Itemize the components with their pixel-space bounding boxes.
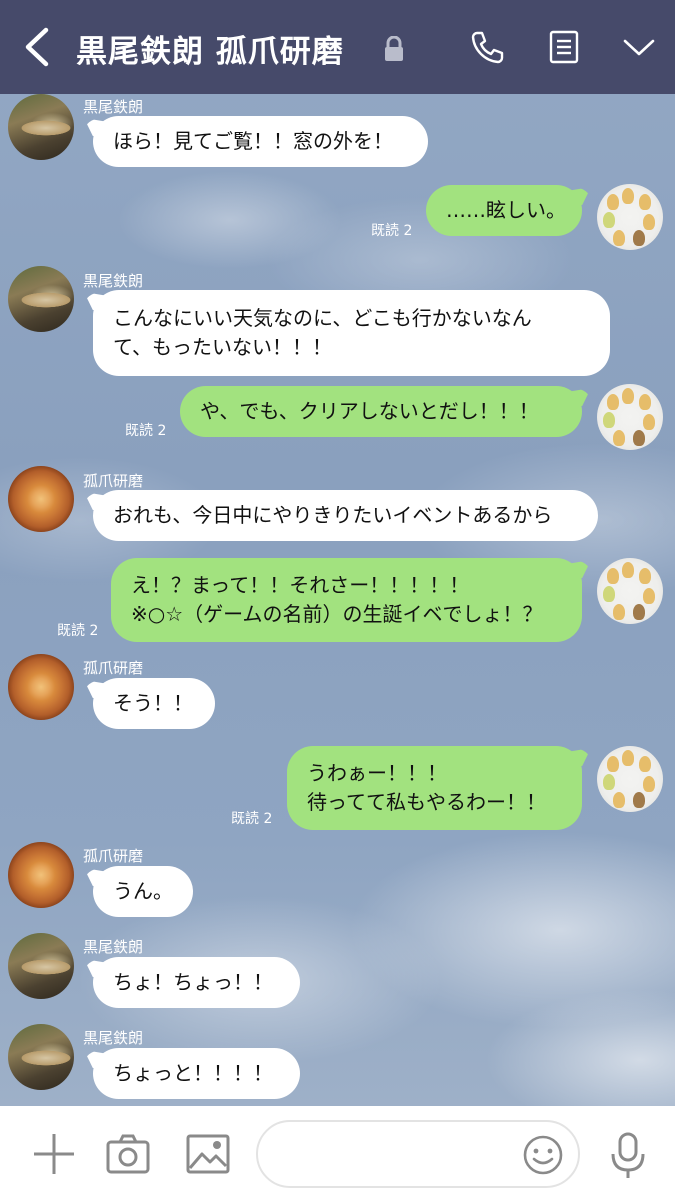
avatar-decoration	[607, 394, 619, 410]
mic-icon[interactable]	[608, 1130, 648, 1182]
camera-icon[interactable]	[104, 1130, 152, 1178]
message-line: や、でも、クリアしないとだし！！！	[200, 399, 539, 423]
avatar-decoration	[607, 756, 619, 772]
sender-name: 黒尾鉄朗	[83, 1029, 144, 1047]
read-receipt: 既読 2	[371, 223, 413, 239]
message-line: うん。	[113, 879, 173, 903]
avatar-kuroo[interactable]	[8, 94, 74, 160]
message-bubble-incoming[interactable]: ちょ！ちょっ！！	[93, 957, 300, 1008]
avatar-decoration	[643, 214, 655, 230]
avatar-decoration	[639, 194, 651, 210]
sender-name: 黒尾鉄朗	[83, 938, 144, 956]
avatar-self[interactable]	[597, 746, 663, 812]
avatar-kuroo[interactable]	[8, 266, 74, 332]
avatar-decoration	[603, 774, 615, 790]
message-line: ほら！見てご覧！！窓の外を！	[113, 129, 393, 153]
avatar-decoration	[622, 188, 634, 204]
avatar-kuroo[interactable]	[8, 933, 74, 999]
sender-name: 黒尾鉄朗	[83, 98, 144, 116]
message-line: そう！！	[113, 691, 193, 715]
chevron-down-icon[interactable]	[620, 28, 658, 66]
chat-header: 黒尾鉄朗 孤爪研磨	[0, 0, 675, 94]
avatar-decoration	[639, 568, 651, 584]
back-icon[interactable]	[20, 26, 54, 68]
avatar-kenma[interactable]	[8, 466, 74, 532]
message-bubble-incoming[interactable]: こんなにいい天気なのに、どこも行かないなん て、もったいない！！！	[93, 290, 610, 376]
avatar-decoration	[603, 586, 615, 602]
avatar-decoration	[639, 394, 651, 410]
message-bubble-incoming[interactable]: ちょっと！！！！	[93, 1048, 300, 1099]
read-receipt: 既読 2	[231, 811, 273, 827]
avatar-decoration	[622, 750, 634, 766]
avatar-decoration	[613, 792, 625, 808]
avatar-decoration	[613, 430, 625, 446]
message-bubble-incoming[interactable]: おれも、今日中にやりきりたいイベントあるから	[93, 490, 598, 541]
sender-name: 黒尾鉄朗	[83, 272, 144, 290]
input-bar	[0, 1106, 675, 1200]
image-icon[interactable]	[184, 1130, 232, 1178]
message-line: ちょ！ちょっ！！	[113, 970, 273, 994]
read-receipt: 既読 2	[57, 623, 99, 639]
avatar-decoration	[607, 194, 619, 210]
sender-name: 孤爪研磨	[83, 472, 144, 490]
message-line: え！？まって！！それさー！！！！！	[131, 573, 470, 597]
message-line: ちょっと！！！！	[113, 1061, 273, 1085]
message-bubble-outgoing[interactable]: や、でも、クリアしないとだし！！！	[180, 386, 582, 437]
avatar-self[interactable]	[597, 184, 663, 250]
avatar-self[interactable]	[597, 558, 663, 624]
avatar-decoration	[633, 430, 645, 446]
message-bubble-outgoing[interactable]: うわぁー！！！ 待ってて私もやるわー！！	[287, 746, 582, 830]
avatar-decoration	[603, 212, 615, 228]
avatar-decoration	[633, 604, 645, 620]
sender-name: 孤爪研磨	[83, 659, 144, 677]
emoji-icon[interactable]	[521, 1133, 565, 1177]
avatar-decoration	[613, 604, 625, 620]
message-bubble-outgoing[interactable]: え！？まって！！それさー！！！！！ ※○☆（ゲームの名前）の生誕イベでしょ！？	[111, 558, 582, 642]
avatar-decoration	[603, 412, 615, 428]
avatar-decoration	[633, 792, 645, 808]
avatar-decoration	[622, 388, 634, 404]
message-line: ※○☆（ゲームの名前）の生誕イベでしょ！？	[131, 602, 543, 626]
message-line: 待ってて私もやるわー！！	[307, 790, 546, 814]
avatar-kenma[interactable]	[8, 842, 74, 908]
message-bubble-incoming[interactable]: ほら！見てご覧！！窓の外を！	[93, 116, 428, 167]
message-line: て、もったいない！！！	[113, 335, 332, 359]
phone-icon[interactable]	[468, 28, 506, 66]
avatar-decoration	[607, 568, 619, 584]
message-bubble-incoming[interactable]: うん。	[93, 866, 193, 917]
avatar-decoration	[633, 230, 645, 246]
message-line: ……眩しい。	[446, 198, 566, 222]
avatar-kuroo[interactable]	[8, 1024, 74, 1090]
read-receipt: 既読 2	[125, 423, 167, 439]
message-bubble-incoming[interactable]: そう！！	[93, 678, 215, 729]
message-line: おれも、今日中にやりきりたいイベントあるから	[113, 503, 553, 527]
avatar-self[interactable]	[597, 384, 663, 450]
avatar-decoration	[643, 776, 655, 792]
sender-name: 孤爪研磨	[83, 847, 144, 865]
avatar-decoration	[643, 588, 655, 604]
avatar-kenma[interactable]	[8, 654, 74, 720]
chat-title: 黒尾鉄朗 孤爪研磨	[76, 34, 344, 70]
message-line: こんなにいい天気なのに、どこも行かないなん	[113, 306, 532, 330]
avatar-decoration	[643, 414, 655, 430]
message-bubble-outgoing[interactable]: ……眩しい。	[426, 185, 582, 236]
message-line: うわぁー！！！	[307, 761, 447, 785]
notes-icon[interactable]	[545, 28, 583, 66]
avatar-decoration	[639, 756, 651, 772]
plus-icon[interactable]	[30, 1130, 78, 1178]
avatar-decoration	[622, 562, 634, 578]
avatar-decoration	[613, 230, 625, 246]
lock-icon	[385, 36, 403, 61]
